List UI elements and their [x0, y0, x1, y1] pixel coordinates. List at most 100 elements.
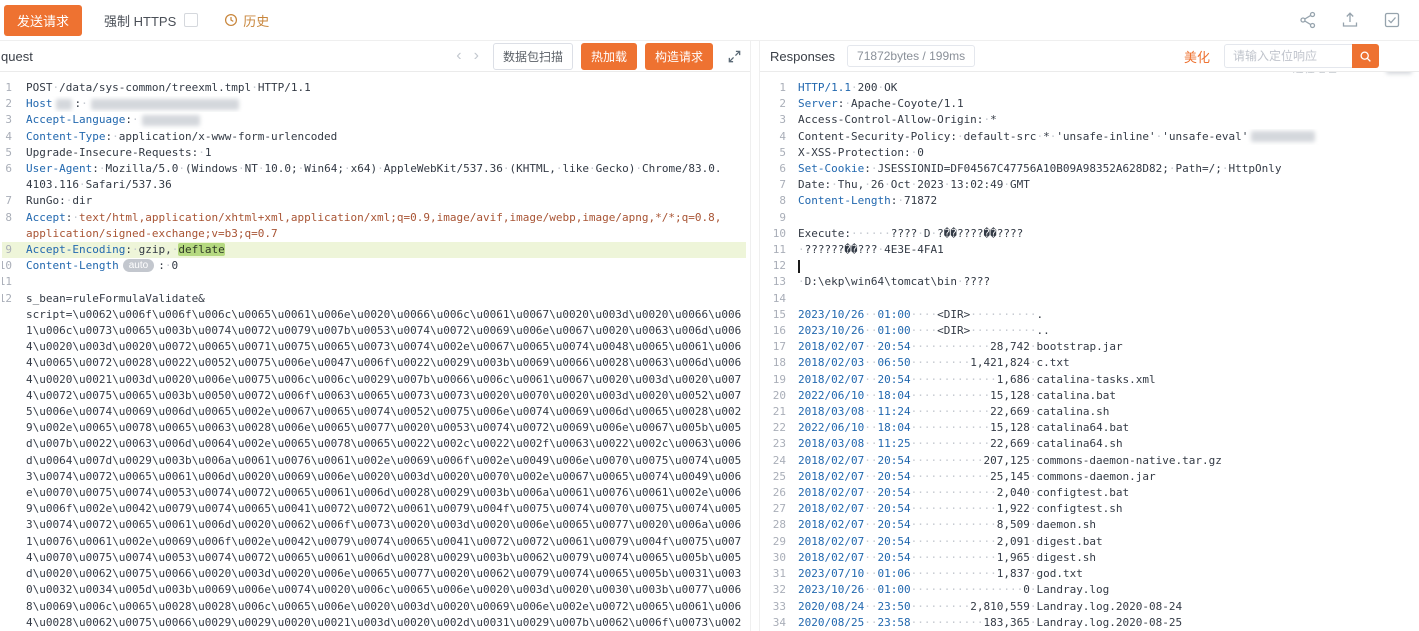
code-text: ???? — [964, 275, 991, 288]
search-button[interactable] — [1352, 44, 1379, 68]
code-text: 06:50 — [877, 356, 910, 369]
code-text: · — [344, 162, 351, 175]
line-number: 11 — [762, 242, 786, 258]
code-text: Content-Type — [26, 130, 105, 143]
code-text: 01:06 — [877, 567, 910, 580]
code-text: Content-Security-Policy: — [798, 130, 957, 143]
code-text: ············ — [911, 405, 990, 418]
code-text: 71872 — [904, 194, 937, 207]
code-text: 1,922 — [997, 502, 1030, 515]
request-editor[interactable]: 1POST·/data/sys-common/treexml.tmpl·HTTP… — [0, 72, 750, 631]
code-text: ·· — [864, 356, 877, 369]
line-number: 33 — [762, 599, 786, 615]
code-text: ················· — [911, 583, 1024, 596]
line-number: 3 — [2, 112, 12, 128]
line-number: 14 — [762, 291, 786, 307]
line-number: 21 — [762, 404, 786, 420]
code-text: 2020/08/24 — [798, 600, 864, 613]
chevron-left-icon[interactable]: ‹ — [450, 48, 467, 64]
code-text: 20:54 — [877, 454, 910, 467]
code-text: 2,810,559 — [970, 600, 1030, 613]
code-text: catalina.bat — [1036, 389, 1115, 402]
line-number: 22 — [762, 420, 786, 436]
code-text: Accept — [26, 211, 66, 224]
code-line: 8Accept:·text/html,application/xhtml+xml… — [2, 210, 746, 226]
code-text: like — [563, 162, 590, 175]
code-text: ············ — [911, 437, 990, 450]
code-line: 11·??????��???·4E3E-4FA1 — [762, 242, 1415, 258]
code-text: · — [178, 162, 185, 175]
line-number: 34 — [762, 615, 786, 631]
force-https-checkbox[interactable] — [184, 13, 198, 27]
code-text: 1,837 — [997, 567, 1030, 580]
code-text: Path=/; — [1176, 162, 1222, 175]
code-text: 15,128 — [990, 421, 1030, 434]
code-text: · — [1222, 162, 1229, 175]
code-text: 20:54 — [877, 486, 910, 499]
beautify-button[interactable]: 美化 — [1184, 47, 1210, 66]
code-text: ·· — [864, 405, 877, 418]
code-text: 23:58 — [877, 616, 910, 629]
line-number: 2 — [2, 96, 12, 112]
code-text: ············· — [911, 373, 997, 386]
code-text: 20:54 — [877, 518, 910, 531]
hot-reload-button[interactable]: 热加载 — [581, 43, 637, 70]
code-text: · — [831, 178, 838, 191]
code-line: 152023/10/26··01:00····<DIR>··········. — [762, 307, 1415, 323]
send-request-button[interactable]: 发送请求 — [4, 5, 82, 36]
code-text: ·· — [864, 518, 877, 531]
line-number: 12 — [2, 291, 12, 307]
search-input[interactable] — [1224, 44, 1352, 68]
code-text: .. — [1036, 324, 1049, 337]
code-text: · — [798, 243, 805, 256]
code-text: · — [1169, 162, 1176, 175]
line-number: 13 — [762, 274, 786, 290]
code-text: ·· — [864, 502, 877, 515]
response-editor[interactable]: 远程地址:120.19 1HTTP/1.1·200·OK2Server:·Apa… — [760, 72, 1419, 631]
line-number: 4 — [2, 129, 12, 145]
code-text: 20:54 — [877, 470, 910, 483]
code-line: 2Host:· — [2, 96, 746, 112]
code-text: · — [132, 113, 139, 126]
code-line: application/signed-exchange;v=b3;q=0.7 — [2, 226, 746, 242]
export-icon[interactable] — [1341, 11, 1359, 29]
code-text: 18:04 — [877, 389, 910, 402]
code-text: ··········· — [911, 454, 984, 467]
code-line: 3Accept-Language:· — [2, 112, 746, 128]
code-text: · — [132, 243, 139, 256]
code-text: Oct — [891, 178, 911, 191]
code-text: 2018/02/07 — [798, 340, 864, 353]
code-line: 182018/02/03··06:50·········1,421,824·c.… — [762, 355, 1415, 371]
report-icon[interactable] — [1383, 11, 1401, 29]
history-button[interactable]: 历史 — [224, 11, 269, 30]
code-text: application/x-www-form-urlencoded — [119, 130, 338, 143]
code-text: digest.sh — [1036, 551, 1096, 564]
construct-request-button[interactable]: 构造请求 — [645, 43, 713, 70]
code-text: /data/sys-common/treexml.tmpl — [59, 81, 251, 94]
code-line: 5X-XSS-Protection:·0 — [762, 145, 1415, 161]
code-text: · — [81, 97, 88, 110]
code-text: Execute: — [798, 227, 851, 240]
code-text: Upgrade-Insecure-Requests: — [26, 146, 198, 159]
request-panel-title: quest — [1, 49, 33, 64]
share-icon[interactable] — [1299, 11, 1317, 29]
packet-scan-button[interactable]: 数据包扫描 — [493, 43, 573, 70]
code-text: ·· — [864, 308, 877, 321]
code-text: : — [92, 162, 99, 175]
code-line: 12 — [762, 258, 1415, 274]
code-text: gzip, — [139, 243, 172, 256]
code-text: * — [990, 113, 997, 126]
code-text: catalina64.sh — [1036, 437, 1122, 450]
expand-icon[interactable] — [727, 49, 742, 64]
code-text: 0 — [917, 146, 924, 159]
code-text: ·· — [864, 389, 877, 402]
chevron-right-icon[interactable]: › — [468, 48, 485, 64]
code-text: 11:24 — [877, 405, 910, 418]
code-text: ·· — [864, 567, 877, 580]
code-line: 7RunGo:·dir — [2, 193, 746, 209]
code-text: 2022/06/10 — [798, 389, 864, 402]
code-text: · — [79, 178, 86, 191]
response-searchbox — [1224, 44, 1379, 68]
code-text: JSESSIONID=DF04567C47756A10B09A98352A628… — [877, 162, 1168, 175]
code-line: 332020/08/24··23:50·········2,810,559·La… — [762, 599, 1415, 615]
